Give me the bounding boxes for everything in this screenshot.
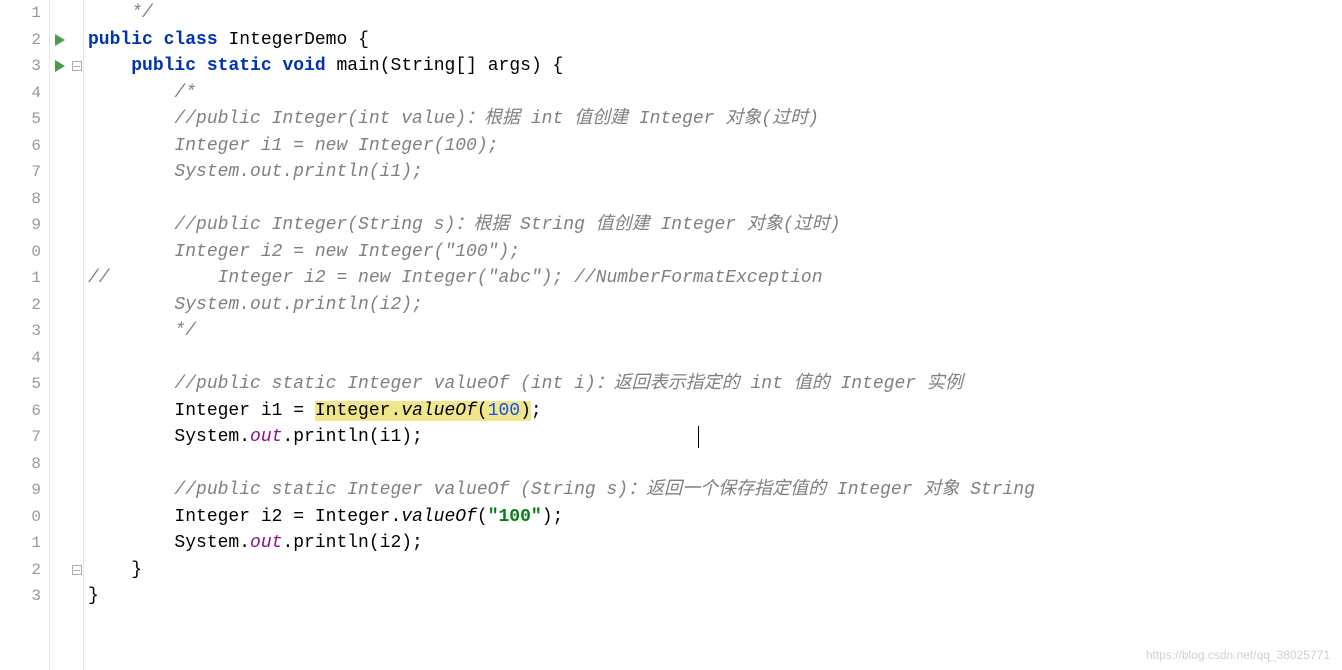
code-line: Integer i1 = new Integer(100); xyxy=(88,133,1342,160)
line-number: 0 xyxy=(31,504,41,531)
line-number: 9 xyxy=(31,212,41,239)
line-number: 1 xyxy=(31,265,41,292)
line-number: 9 xyxy=(31,477,41,504)
fold-toggle-icon[interactable] xyxy=(72,61,82,71)
code-line: System.out.println(i2); xyxy=(88,530,1342,557)
gutter-icons-column xyxy=(50,0,70,670)
run-icon[interactable] xyxy=(55,60,65,72)
line-number: 1 xyxy=(31,530,41,557)
line-number: 2 xyxy=(31,27,41,54)
code-line: /* xyxy=(88,80,1342,107)
code-line: Integer i2 = new Integer("100"); xyxy=(88,239,1342,266)
code-line: // Integer i2 = new Integer("abc"); //Nu… xyxy=(88,265,1342,292)
code-line xyxy=(88,345,1342,372)
code-line: */ xyxy=(88,318,1342,345)
code-line xyxy=(88,186,1342,213)
line-number: 3 xyxy=(31,318,41,345)
line-number: 8 xyxy=(31,186,41,213)
line-number: 4 xyxy=(31,80,41,107)
line-number: 3 xyxy=(31,583,41,610)
line-number: 4 xyxy=(31,345,41,372)
code-line: //public static Integer valueOf (int i)：… xyxy=(88,371,1342,398)
line-number: 8 xyxy=(31,451,41,478)
code-line xyxy=(88,451,1342,478)
line-number: 5 xyxy=(31,371,41,398)
line-number-gutter: 1 2 3 4 5 6 7 8 9 0 1 2 3 4 5 6 7 8 9 0 … xyxy=(0,0,50,670)
run-icon[interactable] xyxy=(55,34,65,46)
code-line: //public Integer(int value)：根据 int 值创建 I… xyxy=(88,106,1342,133)
watermark-text: https://blog.csdn.net/qq_38025771 xyxy=(1146,648,1330,662)
line-number: 0 xyxy=(31,239,41,266)
line-number: 2 xyxy=(31,292,41,319)
line-number: 6 xyxy=(31,133,41,160)
code-line: } xyxy=(88,557,1342,584)
code-line: Integer i1 = Integer.valueOf(100); xyxy=(88,398,1342,425)
fold-toggle-icon[interactable] xyxy=(72,565,82,575)
line-number: 7 xyxy=(31,424,41,451)
fold-column xyxy=(70,0,84,670)
code-line: */ xyxy=(88,0,1342,27)
code-line: } xyxy=(88,583,1342,610)
highlighted-code: Integer.valueOf(100) xyxy=(315,401,531,421)
line-number: 2 xyxy=(31,557,41,584)
code-line: System.out.println(i2); xyxy=(88,292,1342,319)
line-number: 6 xyxy=(31,398,41,425)
line-number: 5 xyxy=(31,106,41,133)
code-line: Integer i2 = Integer.valueOf("100"); xyxy=(88,504,1342,531)
code-line: System.out.println(i1); xyxy=(88,159,1342,186)
line-number: 3 xyxy=(31,53,41,80)
line-number: 7 xyxy=(31,159,41,186)
code-line: public class IntegerDemo { xyxy=(88,27,1342,54)
code-line: //public Integer(String s)：根据 String 值创建… xyxy=(88,212,1342,239)
code-line: System.out.println(i1); xyxy=(88,424,1342,451)
code-line: public static void main(String[] args) { xyxy=(88,53,1342,80)
code-line: //public static Integer valueOf (String … xyxy=(88,477,1342,504)
line-number: 1 xyxy=(31,0,41,27)
text-cursor-icon xyxy=(698,426,699,448)
code-editor[interactable]: */ public class IntegerDemo { public sta… xyxy=(84,0,1342,670)
